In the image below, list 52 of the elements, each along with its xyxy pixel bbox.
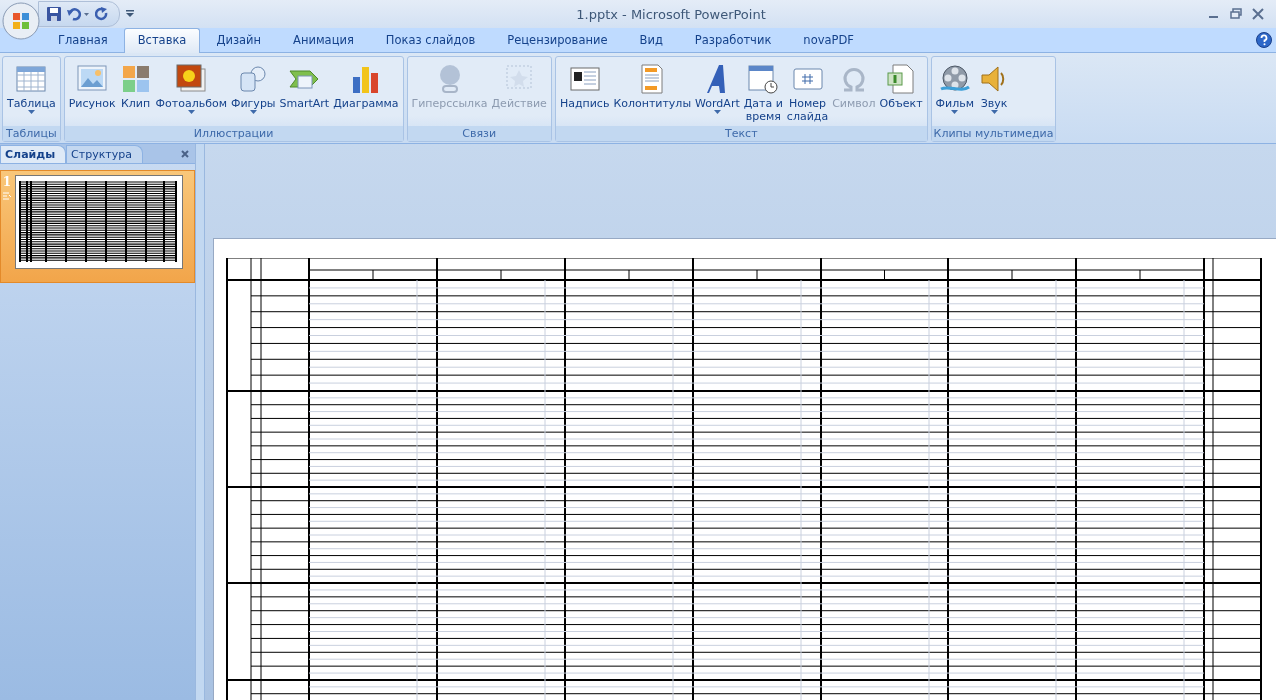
ribbon-tab[interactable]: Анимация	[277, 29, 370, 52]
ribbon-button[interactable]: SmartArt	[278, 59, 331, 126]
ribbon-button[interactable]: Диаграмма	[332, 59, 400, 126]
pane-tab[interactable]: Слайды	[0, 145, 67, 163]
ribbon-tab[interactable]: Дизайн	[200, 29, 278, 52]
ribbon-tab[interactable]: Рецензирование	[491, 29, 624, 52]
ribbon-tab[interactable]: Главная	[42, 29, 124, 52]
caret-icon	[27, 110, 35, 114]
ribbon-button[interactable]: WordArt	[694, 59, 741, 126]
ribbon-button[interactable]: Таблица	[6, 59, 57, 126]
save-icon[interactable]	[47, 7, 61, 21]
ribbon-button[interactable]: Звук	[977, 59, 1012, 126]
ribbon-button[interactable]: Надпись	[558, 59, 611, 126]
calendar-icon	[747, 63, 780, 95]
ribbon-button[interactable]: Объект	[878, 59, 924, 126]
photo-album-icon	[175, 63, 208, 95]
ribbon-tab[interactable]: Разработчик	[678, 29, 788, 52]
ribbon-button[interactable]: Дата и время	[742, 59, 784, 126]
close-icon[interactable]	[1252, 8, 1264, 20]
help-icon[interactable]	[1256, 32, 1272, 48]
ribbon-button[interactable]: Рисунок	[67, 59, 117, 126]
table-icon	[15, 63, 48, 95]
group-title: Иллюстрации	[64, 126, 403, 141]
ribbon-button[interactable]: Клип	[118, 59, 153, 126]
ribbon-tab[interactable]: Вставка	[123, 28, 201, 53]
ribbon-button[interactable]: Колонтитулы	[612, 59, 693, 126]
window-title: 1.pptx - Microsoft PowerPoint	[575, 6, 767, 22]
close-icon[interactable]	[181, 150, 189, 158]
ribbon-tab[interactable]: Показ слайдов	[369, 29, 492, 52]
group-title: Клипы мультимедиа	[931, 126, 1056, 141]
caret-icon	[187, 110, 195, 114]
caret-icon	[249, 110, 257, 114]
ribbon-button[interactable]: Номер слайда	[785, 59, 830, 126]
redo-icon[interactable]	[95, 7, 109, 21]
group-title: Таблицы	[3, 126, 60, 141]
caret-icon	[990, 110, 998, 114]
caret-icon	[951, 110, 959, 114]
pane-tab[interactable]: Структура	[66, 145, 143, 163]
ribbon-tab[interactable]: Вид	[623, 29, 679, 52]
slide-thumbnail[interactable]	[15, 175, 183, 269]
group-title: Связи	[407, 126, 551, 141]
restore-icon[interactable]	[1230, 8, 1242, 20]
ribbon-button[interactable]: Фильм	[934, 59, 976, 126]
animation-icon	[3, 192, 11, 200]
ribbon-tab[interactable]: novaPDF	[787, 29, 870, 52]
customize-toolbar-icon[interactable]	[126, 10, 134, 18]
ribbon-button[interactable]: Фигуры	[229, 59, 277, 126]
ribbon-button[interactable]: Фотоальбом	[154, 59, 228, 126]
undo-icon[interactable]	[67, 7, 89, 21]
caret-icon	[713, 110, 721, 114]
slide-number: 1	[1, 175, 13, 189]
group-title: Текст	[555, 126, 927, 141]
